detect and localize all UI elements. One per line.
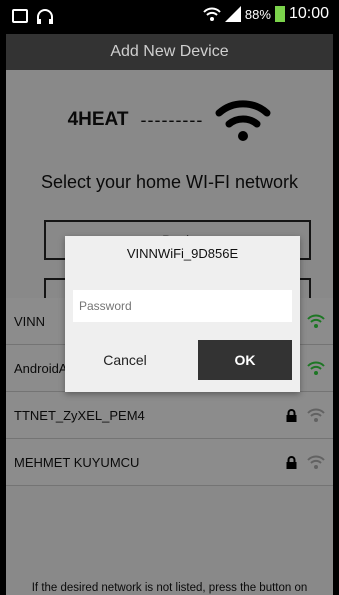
password-dialog: VINNWiFi_9D856E Cancel OK	[65, 236, 300, 392]
phone-screen: 88% 10:00 Add New Device 4HEAT ---------…	[6, 0, 333, 595]
ok-button[interactable]: OK	[198, 340, 292, 380]
battery-percent: 88%	[244, 6, 271, 22]
status-bar: 88% 10:00	[6, 0, 333, 34]
status-right: 88% 10:00	[203, 5, 329, 23]
battery-icon	[274, 6, 285, 22]
cancel-button[interactable]: Cancel	[73, 340, 177, 380]
headset-icon	[37, 9, 53, 24]
wifi-icon	[203, 7, 221, 21]
clock-time: 10:00	[288, 5, 329, 22]
password-input[interactable]	[73, 290, 292, 322]
dialog-title: VINNWiFi_9D856E	[126, 246, 239, 261]
picture-icon	[12, 9, 28, 23]
signal-icon	[224, 6, 241, 22]
status-left	[12, 9, 54, 25]
app-bar-title: Add New Device	[6, 34, 333, 70]
